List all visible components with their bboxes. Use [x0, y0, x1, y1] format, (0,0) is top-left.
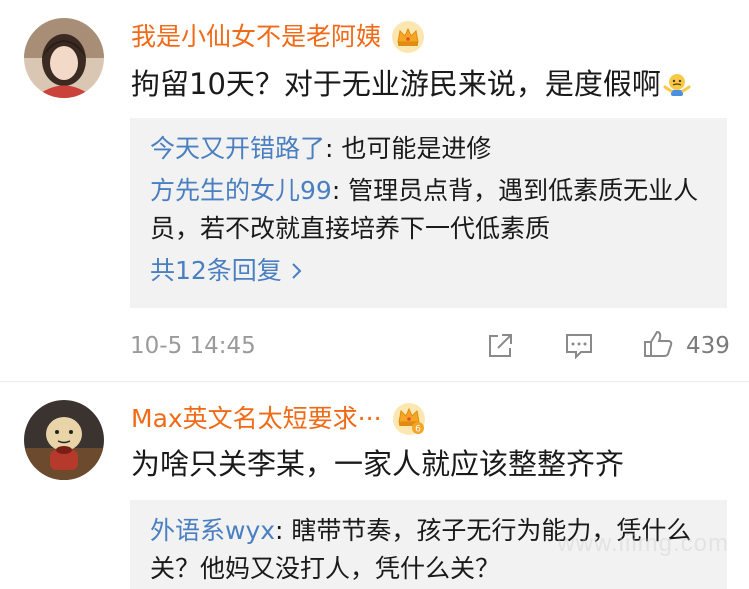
comment-username[interactable]: 我是小仙女不是老阿姨: [131, 20, 425, 54]
crown-level: 6: [415, 425, 421, 435]
comment-username[interactable]: Max英文名太短要求··· 6: [131, 402, 426, 436]
comment-item: 我是小仙女不是老阿姨 拘留10天？对于无业游民来说，是度假啊 今天又开错路了: …: [0, 0, 749, 380]
more-replies-label: 共12条回复: [150, 256, 282, 285]
reply-text: : 也可能是进修: [325, 134, 492, 163]
comment-text: 为啥只关李某，一家人就应该整整齐齐: [131, 447, 625, 481]
comment-timestamp: 10-5 14:45: [130, 333, 256, 359]
reply-item: 方先生的女儿99: 管理员点背，遇到低素质无业人员，若不改就直接培养下一代低素质: [150, 172, 710, 248]
reply-box[interactable]: 今天又开错路了: 也可能是进修 方先生的女儿99: 管理员点背，遇到低素质无业人…: [130, 118, 727, 308]
comment-icon[interactable]: [563, 330, 595, 362]
share-icon[interactable]: [484, 330, 516, 362]
reply-author[interactable]: 方先生的女儿99: [150, 176, 332, 205]
reply-author[interactable]: 外语系wyx: [150, 516, 275, 545]
comment-text: 拘留10天？对于无业游民来说，是度假啊: [131, 66, 691, 102]
avatar[interactable]: [24, 18, 104, 98]
more-replies-link[interactable]: 共12条回复: [150, 256, 304, 286]
watermark: www.iiimg.com: [557, 530, 729, 557]
like-count: 439: [686, 333, 730, 359]
avatar[interactable]: [24, 400, 104, 480]
avatar-image: [24, 18, 104, 98]
like-icon[interactable]: [642, 328, 674, 360]
reply-item: 今天又开错路了: 也可能是进修: [150, 130, 710, 168]
crown-icon: [392, 21, 425, 53]
crown-icon: 6: [392, 403, 425, 435]
avatar-image: [24, 400, 104, 480]
chevron-right-icon: [292, 263, 302, 279]
shrug-emoji-icon: [663, 74, 691, 96]
reply-author[interactable]: 今天又开错路了: [150, 134, 325, 163]
